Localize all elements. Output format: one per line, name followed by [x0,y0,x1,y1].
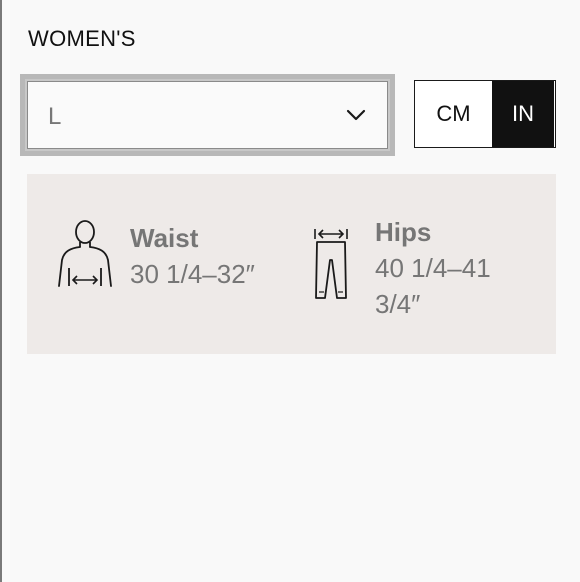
waist-value: 30 1/4–32″ [130,259,255,289]
hips-label: Hips [375,217,432,247]
size-select-value: L [48,103,62,130]
torso-waist-icon [58,220,112,287]
size-select[interactable]: L [27,81,388,149]
unit-toggle: CM IN [414,80,556,148]
unit-in-button[interactable]: IN [492,81,554,147]
chevron-down-icon [346,109,366,121]
unit-cm-button[interactable]: CM [415,81,492,147]
waist-label: Waist [130,223,199,253]
size-select-focus-ring: L [20,74,395,156]
measurements-panel: Waist 30 1/4–32″ Hips 40 1/4–41 3/4″ [27,174,556,354]
hips-value: 40 1/4–41 3/4″ [375,253,491,319]
left-border [0,0,2,582]
trousers-hips-icon [314,229,348,299]
section-title: WOMEN'S [28,26,136,51]
